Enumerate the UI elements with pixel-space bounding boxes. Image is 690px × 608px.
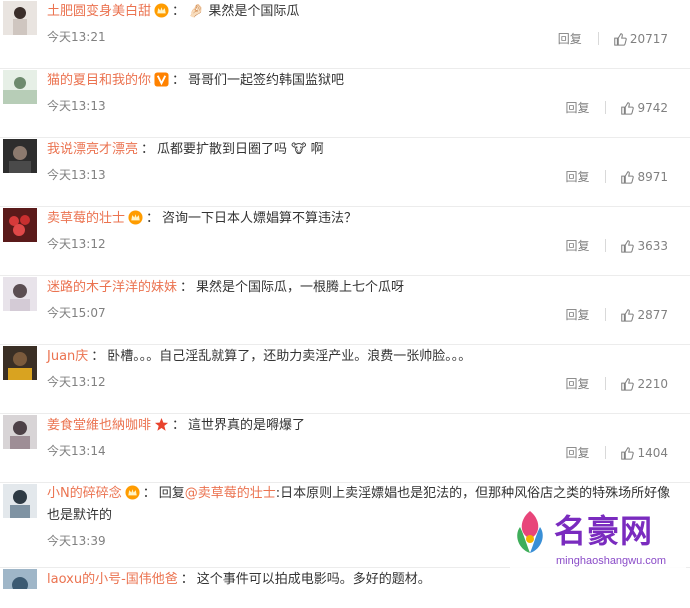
comment-actions: 回复 3633 [565, 237, 668, 254]
timestamp: 今天13:12 [47, 375, 106, 389]
comment-actions: 回复 2877 [565, 306, 668, 323]
avatar[interactable] [3, 1, 37, 35]
comment-item: 姜食堂維也納咖啡：這世界真的是嘚爆了 今天13:14 回复 1404 [0, 414, 690, 483]
avatar[interactable] [3, 70, 37, 104]
crown-icon [154, 3, 169, 18]
comment-text: 果然是个国际瓜，一根腾上七个瓜呀 [196, 280, 405, 295]
timestamp: 今天13:14 [47, 444, 106, 458]
comment-text: 哥哥们一起签约韩国监狱吧 [188, 73, 345, 88]
avatar[interactable] [3, 139, 37, 173]
timestamp: 今天13:21 [47, 30, 106, 44]
timestamp: 今天13:13 [47, 99, 106, 113]
comment-text: 咨询一下日本人嫖娼算不算违法？ [162, 211, 358, 226]
comment-actions: 回复 20717 [558, 30, 668, 47]
site-logo-icon [517, 511, 543, 553]
divider [605, 101, 607, 114]
thumbs-up-icon [621, 239, 635, 253]
avatar[interactable] [3, 484, 37, 518]
divider [605, 377, 607, 390]
comment-text: 🤌🏻 果然是个国际瓜 [188, 4, 300, 19]
like-button[interactable]: 2877 [620, 308, 668, 322]
username[interactable]: 卖草莓的壮士 [47, 211, 125, 226]
thumbs-up-icon [621, 446, 635, 460]
reply-prefix: 回复 [158, 486, 185, 501]
like-count: 3633 [637, 238, 668, 253]
comment-actions: 回复 9742 [565, 99, 668, 116]
reply-button[interactable]: 回复 [565, 306, 589, 323]
comment-text: 卧槽。。。自己淫乱就算了，还助力卖淫产业。浪费一张帅脸。。。 [107, 349, 472, 364]
timestamp: 今天15:07 [47, 306, 106, 320]
reply-button[interactable]: 回复 [565, 168, 589, 185]
crown-icon [125, 485, 140, 500]
site-watermark: 名豪网 minghaoshangwu.com [510, 507, 686, 583]
avatar[interactable] [3, 277, 37, 311]
like-count: 20717 [629, 31, 668, 46]
thumbs-up-icon [621, 101, 635, 115]
like-count: 2210 [637, 376, 668, 391]
timestamp: 今天13:39 [47, 534, 106, 548]
mention-link[interactable]: @卖草莓的壮士 [185, 486, 276, 501]
thumbs-up-icon [621, 170, 635, 184]
username[interactable]: 小N的碎碎念 [47, 486, 122, 501]
thumbs-up-icon [621, 308, 635, 322]
divider [605, 446, 607, 459]
comment-actions: 回复 2210 [565, 375, 668, 392]
username[interactable]: 迷路的木子洋洋的妹妹 [47, 280, 177, 295]
comment-item: 土肥圆变身美白甜： 🤌🏻 果然是个国际瓜 今天13:21 回复 20717 [0, 0, 690, 69]
timestamp: 今天13:13 [47, 168, 106, 182]
reply-button[interactable]: 回复 [565, 237, 589, 254]
divider [597, 32, 599, 45]
like-count: 9742 [637, 100, 668, 115]
like-count: 8971 [637, 169, 668, 184]
watermark-name: 名豪网 [554, 512, 654, 550]
like-button[interactable]: 3633 [620, 239, 668, 253]
like-count: 2877 [637, 307, 668, 322]
like-count: 1404 [637, 445, 668, 460]
watermark-url: minghaoshangwu.com [556, 555, 667, 567]
divider [605, 239, 607, 252]
username[interactable]: 猫的夏目和我的你 [47, 73, 151, 88]
star-icon [154, 417, 169, 432]
avatar[interactable] [3, 415, 37, 449]
avatar[interactable] [3, 569, 37, 589]
reply-button[interactable]: 回复 [558, 30, 582, 47]
comment-item: 猫的夏目和我的你：哥哥们一起签约韩国监狱吧 今天13:13 回复 9742 [0, 69, 690, 138]
like-button[interactable]: 20717 [613, 32, 668, 46]
vip-icon [154, 72, 169, 87]
avatar[interactable] [3, 208, 37, 242]
divider [605, 308, 607, 321]
avatar[interactable] [3, 346, 37, 380]
reply-button[interactable]: 回复 [565, 99, 589, 116]
reply-button[interactable]: 回复 [565, 444, 589, 461]
username[interactable]: 土肥圆变身美白甜 [47, 4, 151, 19]
like-button[interactable]: 2210 [620, 377, 668, 391]
crown-icon [128, 210, 143, 225]
comment-text: 這世界真的是嘚爆了 [188, 418, 306, 433]
comment-item: 卖草莓的壮士：咨询一下日本人嫖娼算不算违法？ 今天13:12 回复 3633 [0, 207, 690, 276]
username[interactable]: 我说漂亮才漂亮 [47, 142, 138, 157]
thumbs-up-icon [614, 32, 627, 46]
comment-item: 我说漂亮才漂亮：瓜都要扩散到日圈了吗 🐮 啊 今天13:13 回复 8971 [0, 138, 690, 207]
like-button[interactable]: 8971 [620, 170, 668, 184]
username[interactable]: 姜食堂維也納咖啡 [47, 418, 151, 433]
like-button[interactable]: 9742 [620, 101, 668, 115]
reply-button[interactable]: 回复 [565, 375, 589, 392]
comment-item: 迷路的木子洋洋的妹妹：果然是个国际瓜，一根腾上七个瓜呀 今天15:07 回复 2… [0, 276, 690, 345]
timestamp: 今天13:12 [47, 237, 106, 251]
divider [605, 170, 607, 183]
like-button[interactable]: 1404 [620, 446, 668, 460]
username[interactable]: Juan庆 [47, 349, 88, 364]
comment-text: 瓜都要扩散到日圈了吗 🐮 啊 [157, 142, 324, 157]
thumbs-up-icon [621, 377, 635, 391]
comment-item: Juan庆：卧槽。。。自己淫乱就算了，还助力卖淫产业。浪费一张帅脸。。。 今天1… [0, 345, 690, 414]
comment-actions: 回复 1404 [565, 444, 668, 461]
comment-actions: 回复 8971 [565, 168, 668, 185]
